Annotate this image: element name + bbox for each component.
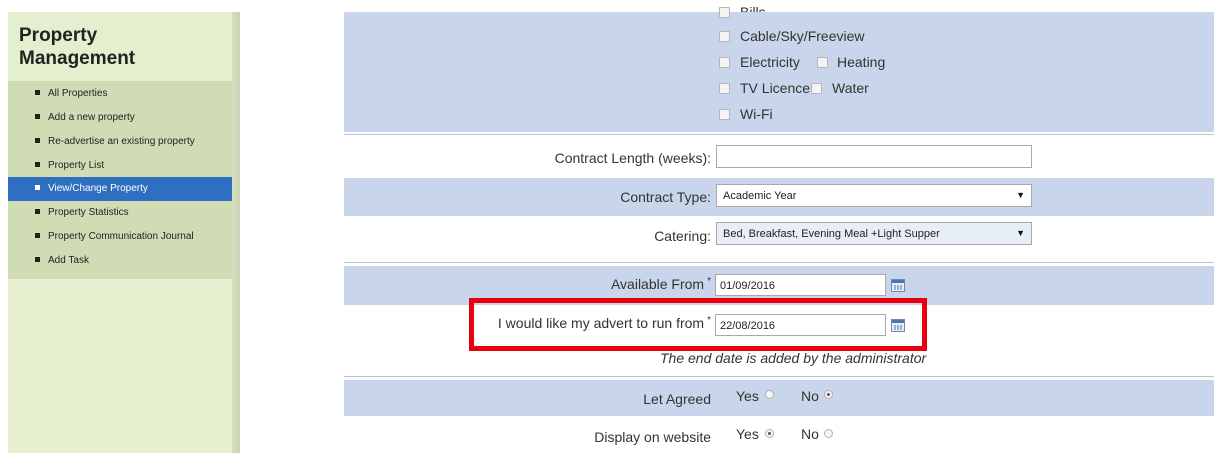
sidebar-item-add-task[interactable]: Add Task [8,249,238,273]
display-website-yes-radio[interactable] [765,429,774,438]
sidebar-header: Property Management [8,12,232,81]
available-from-text: Available From [610,276,705,292]
required-marker: * [707,276,711,287]
sidebar-title-line2: Management [19,48,136,69]
section-divider [344,134,1214,135]
bills-label: Bills [740,4,766,12]
display-website-no-radio[interactable] [824,429,833,438]
section-divider [344,262,1214,263]
display-website-no-label: No [801,426,819,442]
catering-select[interactable]: Bed, Breakfast, Evening Meal +Light Supp… [716,222,1032,245]
sidebar-menu: All Properties Add a new property Re-adv… [8,81,238,279]
contract-length-label: Contract Length (weeks): [554,150,711,166]
available-from-input[interactable]: 01/09/2016 [715,274,886,296]
sidebar-title-line1: Property [19,25,98,46]
sidebar-item-property-list[interactable]: Property List [8,154,238,178]
sidebar-item-label: View/Change Property [48,183,148,194]
sidebar-item-view-change-property[interactable]: View/Change Property [8,177,238,201]
bills-checkbox[interactable] [719,7,730,18]
bullet-icon [35,209,40,214]
sidebar-title: Property Management [19,24,135,70]
heating-checkbox[interactable] [817,57,828,68]
let-agreed-no-label: No [801,388,819,404]
chevron-down-icon: ▼ [1016,190,1025,200]
sidebar-item-communication-journal[interactable]: Property Communication Journal [8,225,238,249]
electricity-checkbox[interactable] [719,57,730,68]
water-checkbox[interactable] [811,83,822,94]
chevron-down-icon: ▼ [1016,228,1025,238]
contract-type-label: Contract Type: [620,189,711,205]
sidebar-item-label: Property Statistics [48,207,129,218]
display-website-label: Display on website [594,429,711,445]
sidebar-item-label: Property List [48,160,105,171]
bullet-icon [35,257,40,262]
let-agreed-label: Let Agreed [643,391,711,407]
wifi-label: Wi-Fi [740,106,773,122]
sidebar-item-all-properties[interactable]: All Properties [8,82,238,106]
tv-licence-checkbox[interactable] [719,83,730,94]
property-form: Bills Cable/Sky/Freeview Electricity Hea… [344,0,1214,453]
electricity-label: Electricity [740,54,800,70]
sidebar-item-property-statistics[interactable]: Property Statistics [8,201,238,225]
bullet-icon [35,162,40,167]
contract-type-row: Contract Type: Academic Year ▼ [344,178,1214,216]
display-website-yes-label: Yes [736,426,759,442]
catering-row: Catering: Bed, Breakfast, Evening Meal +… [344,216,1214,256]
sidebar-item-label: Add Task [48,255,89,266]
let-agreed-row: Let Agreed Yes No [344,380,1214,416]
sidebar-shadow [232,12,240,453]
display-website-row: Display on website Yes No [344,417,1214,453]
contract-type-select[interactable]: Academic Year ▼ [716,184,1032,207]
sidebar-item-label: All Properties [48,88,108,99]
available-from-label: Available From * [611,276,711,292]
contract-type-value: Academic Year [723,190,797,202]
sidebar-item-readvertise[interactable]: Re-advertise an existing property [8,130,238,154]
let-agreed-yes-label: Yes [736,388,759,404]
bullet-icon [35,90,40,95]
catering-value: Bed, Breakfast, Evening Meal +Light Supp… [723,228,940,240]
sidebar-item-add-property[interactable]: Add a new property [8,106,238,130]
heating-label: Heating [837,54,886,70]
catering-label: Catering: [654,228,711,244]
sidebar-item-label: Add a new property [48,112,135,123]
let-agreed-yes-radio[interactable] [765,390,774,399]
sidebar-item-label: Property Communication Journal [48,231,194,242]
contract-length-row: Contract Length (weeks): [344,137,1214,178]
sidebar: Property Management All Properties Add a… [8,12,238,453]
bullet-icon [35,114,40,119]
end-date-note: The end date is added by the administrat… [660,350,927,366]
cable-label: Cable/Sky/Freeview [740,28,865,44]
sidebar-item-label: Re-advertise an existing property [48,136,195,147]
let-agreed-no-radio[interactable] [824,390,833,399]
water-label: Water [832,80,869,96]
bills-section: Bills Cable/Sky/Freeview Electricity Hea… [344,4,1214,132]
calendar-icon[interactable] [891,279,905,292]
wifi-checkbox[interactable] [719,109,730,120]
contract-length-input[interactable] [716,145,1032,168]
bullet-icon [35,185,40,190]
bullet-icon [35,138,40,143]
tv-licence-label: TV Licence [740,80,811,96]
section-divider [344,376,1214,377]
highlight-box [469,298,927,351]
bullet-icon [35,233,40,238]
cable-checkbox[interactable] [719,31,730,42]
